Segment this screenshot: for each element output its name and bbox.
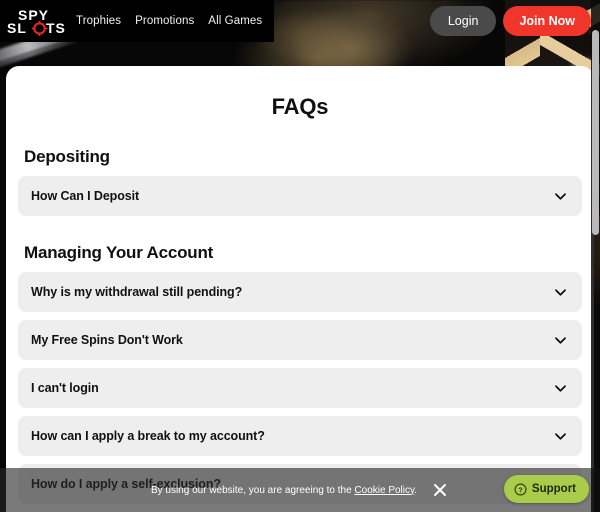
cookie-text-after: . <box>414 484 418 496</box>
section-heading-managing-your-account: Managing Your Account <box>24 243 214 262</box>
faq-row[interactable]: I can't login <box>18 368 582 408</box>
faq-row[interactable]: Why is my withdrawal still pending? <box>18 272 582 312</box>
header-left-group: SPY SL TS Trophies Promotions All Games <box>0 0 275 42</box>
page-scrollbar-thumb[interactable] <box>592 30 599 235</box>
faq-row[interactable]: My Free Spins Don't Work <box>18 320 582 360</box>
spy-slots-logo-icon: SPY SL TS <box>7 7 66 36</box>
nav-item-promotions[interactable]: Promotions <box>135 15 194 27</box>
svg-text:TS: TS <box>46 20 66 36</box>
page-root: SPY SL TS Trophies Promotions All Games <box>0 0 600 512</box>
faq-question: How can I apply a break to my account? <box>31 429 265 443</box>
support-button-label: Support <box>531 483 576 495</box>
faq-question: I can't login <box>31 381 99 395</box>
crosshair-icon <box>32 20 47 36</box>
header-right-group: Login Join Now <box>429 6 600 36</box>
chevron-down-icon[interactable] <box>553 285 568 300</box>
login-button[interactable]: Login <box>429 6 497 36</box>
chevron-down-icon[interactable] <box>553 333 568 348</box>
join-now-button[interactable]: Join Now <box>503 6 591 36</box>
cookie-policy-link[interactable]: Cookie Policy <box>354 485 414 496</box>
support-button[interactable]: ? Support <box>503 475 589 503</box>
chevron-down-icon[interactable] <box>553 429 568 444</box>
faq-question: How Can I Deposit <box>31 189 140 203</box>
main-nav: Trophies Promotions All Games <box>76 15 262 27</box>
chevron-down-icon[interactable] <box>553 189 568 204</box>
section-heading-depositing: Depositing <box>24 147 110 166</box>
site-header: SPY SL TS Trophies Promotions All Games <box>0 0 600 42</box>
nav-item-all-games[interactable]: All Games <box>208 15 262 27</box>
faq-row[interactable]: How Can I Deposit <box>18 176 582 216</box>
faq-question: My Free Spins Don't Work <box>31 333 183 347</box>
site-logo[interactable]: SPY SL TS <box>6 6 68 36</box>
svg-text:SL: SL <box>7 20 27 36</box>
cookie-text-before: By using our website, you are agreeing t… <box>150 484 352 496</box>
page-title: FAQs <box>271 94 329 119</box>
faq-card-inner: FAQs Depositing How Can I Deposit Managi… <box>6 94 594 512</box>
faq-question: Why is my withdrawal still pending? <box>31 285 243 299</box>
chevron-down-icon[interactable] <box>553 381 568 396</box>
cookie-banner-text: By using our website, you are agreeing t… <box>151 485 417 496</box>
nav-item-trophies[interactable]: Trophies <box>76 15 121 27</box>
question-circle-icon: ? <box>514 483 527 496</box>
faq-row[interactable]: How can I apply a break to my account? <box>18 416 582 456</box>
faq-card: FAQs Depositing How Can I Deposit Managi… <box>6 66 594 512</box>
close-icon[interactable] <box>431 481 449 499</box>
svg-text:?: ? <box>518 487 522 494</box>
